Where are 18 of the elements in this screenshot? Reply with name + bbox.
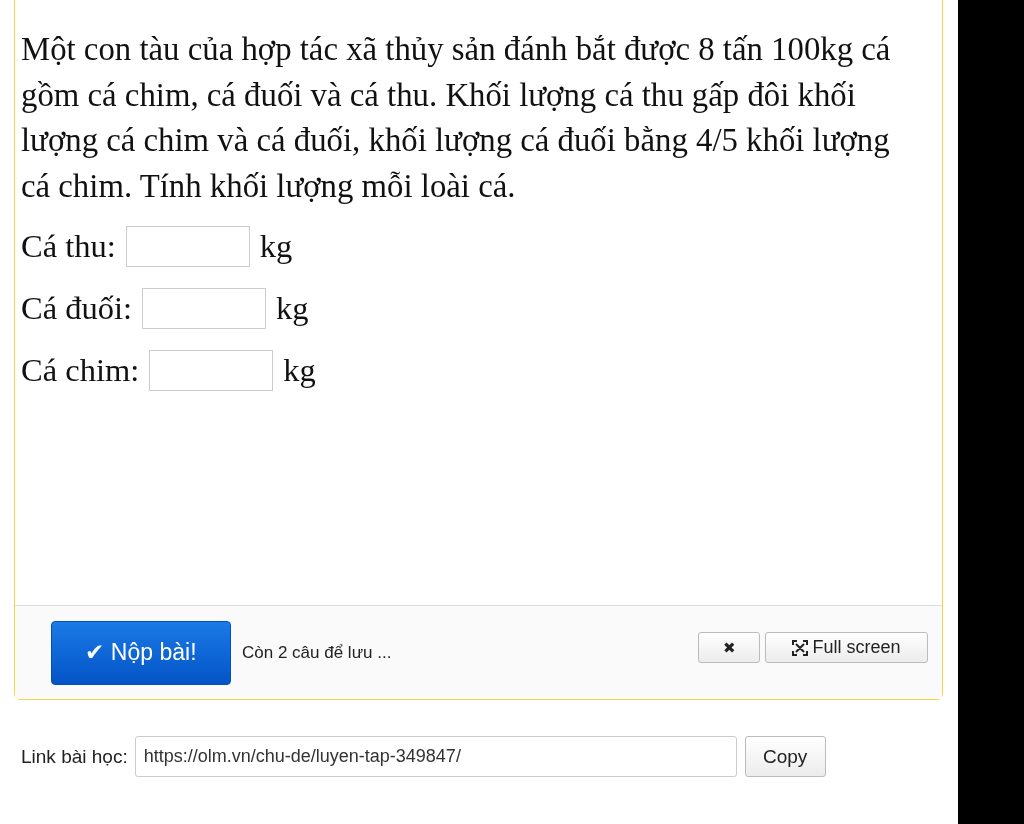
link-field[interactable]: https://olm.vn/chu-de/luyen-tap-349847/	[134, 736, 737, 777]
answer-box[interactable]	[149, 349, 274, 391]
status-text: Còn 2 câu để lưu ...	[242, 642, 392, 663]
answer-label: Cá thu:	[21, 227, 116, 265]
answer-box[interactable]	[142, 287, 267, 329]
answer-label: Cá đuối:	[21, 289, 133, 327]
copy-button[interactable]: Copy	[744, 736, 826, 777]
fullscreen-button[interactable]: Full screen	[765, 632, 928, 663]
answer-label: Cá chim:	[21, 351, 140, 389]
close-button[interactable]: ✖	[698, 632, 760, 663]
answer-box[interactable]	[125, 225, 250, 267]
fullscreen-icon	[792, 639, 809, 656]
unit-label: kg	[259, 227, 293, 265]
question-text: Một con tàu của hợp tác xã thủy sản đánh bắt được 8 tấn 100kg cá gồm cá chim, cá đuối và cá thu. Khối lượng cá thu gấp đôi khối lượng cá chim và cá đuối, khối lượng cá đuối bằng 4/5 khối lượng cá chim. Tính khối lượng mỗi loài cá.	[21, 30, 892, 206]
link-label: Link bài học:	[21, 745, 128, 768]
submit-button[interactable]: ✔ Nộp bài!	[51, 620, 231, 685]
unit-label: kg	[276, 289, 309, 327]
unit-label: kg	[283, 351, 316, 389]
